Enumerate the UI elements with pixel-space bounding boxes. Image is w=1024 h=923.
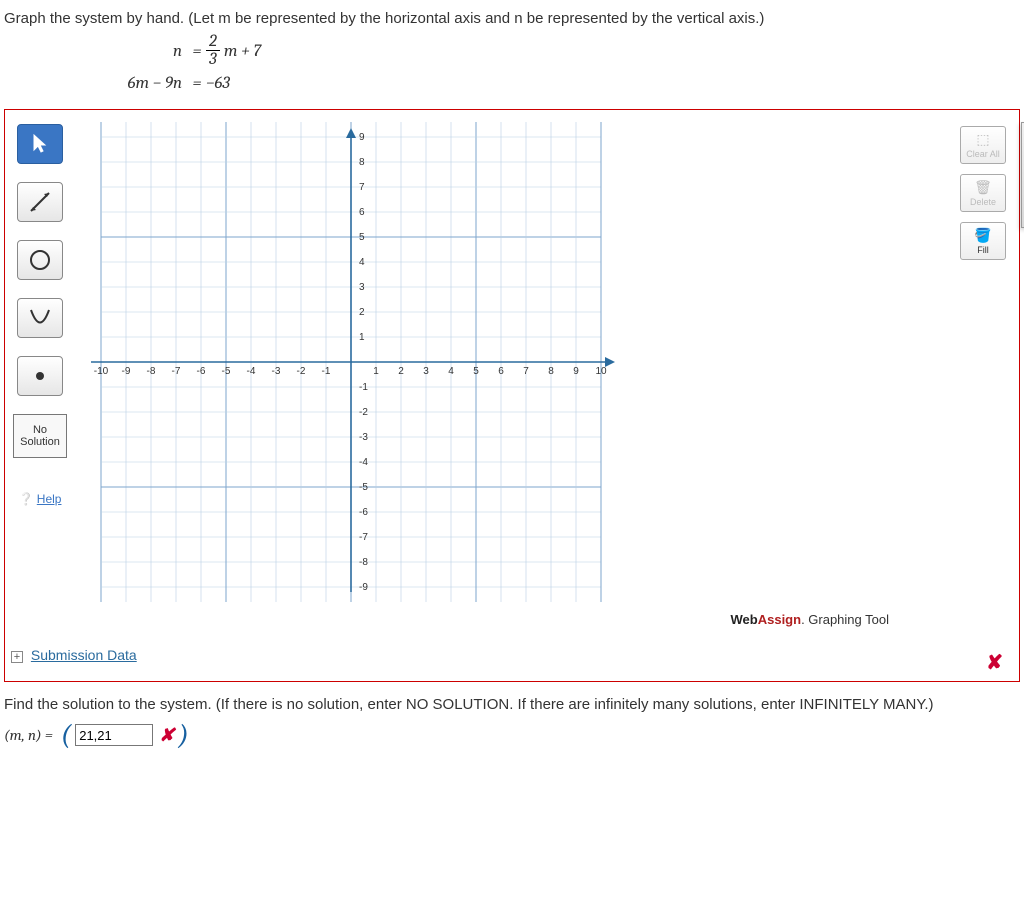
circle-icon <box>27 247 53 273</box>
svg-text:-2: -2 <box>359 407 368 418</box>
eq1-lhs: n <box>100 42 188 61</box>
paren-open: ( <box>57 719 75 751</box>
clear-icon: ⬚ <box>976 131 989 148</box>
answer-input[interactable] <box>75 724 153 746</box>
line-icon <box>27 189 53 215</box>
line-tool[interactable] <box>17 182 63 222</box>
pointer-tool[interactable] <box>17 124 63 164</box>
eq2-lhs: 6m − 9n <box>100 74 188 93</box>
svg-text:7: 7 <box>523 366 529 377</box>
paren-close: ) <box>174 719 192 751</box>
graph-canvas[interactable]: -10-9-8-7-6-5-4-3-2-112345678910-10-9-8-… <box>69 116 955 627</box>
bottom-question: Find the solution to the system. (If the… <box>4 696 1020 713</box>
svg-text:-1: -1 <box>322 366 331 377</box>
parabola-tool[interactable] <box>17 298 63 338</box>
clear-all-button[interactable]: ⬚ Clear All <box>960 126 1006 164</box>
svg-text:-7: -7 <box>172 366 181 377</box>
svg-text:-10: -10 <box>94 366 109 377</box>
svg-text:-2: -2 <box>297 366 306 377</box>
svg-text:-5: -5 <box>222 366 231 377</box>
svg-text:-8: -8 <box>147 366 156 377</box>
equation-block: n = 2 3 m + 7 6m − 9n = −63 <box>100 35 1020 99</box>
no-solution-button[interactable]: No Solution <box>13 414 67 458</box>
svg-text:-3: -3 <box>272 366 281 377</box>
eq2-rhs: −63 <box>206 74 230 93</box>
svg-text:4: 4 <box>359 257 365 268</box>
svg-text:-6: -6 <box>197 366 206 377</box>
point-tool[interactable] <box>17 356 63 396</box>
svg-text:7: 7 <box>359 182 365 193</box>
svg-text:3: 3 <box>423 366 429 377</box>
svg-text:-9: -9 <box>122 366 131 377</box>
eq-sign: = <box>188 74 206 93</box>
svg-text:4: 4 <box>448 366 454 377</box>
svg-text:9: 9 <box>573 366 579 377</box>
pointer-icon <box>32 134 48 154</box>
svg-text:-4: -4 <box>359 457 368 468</box>
svg-text:-5: -5 <box>359 482 368 493</box>
parabola-icon <box>27 305 53 331</box>
coordinate-grid: -10-9-8-7-6-5-4-3-2-112345678910-10-9-8-… <box>81 122 621 602</box>
brand-label: WebAssign. Graphing Tool <box>81 612 889 627</box>
eq1-tail: m + 7 <box>224 42 261 61</box>
svg-text:3: 3 <box>359 282 365 293</box>
svg-text:6: 6 <box>359 207 365 218</box>
expand-icon: + <box>11 651 23 663</box>
svg-text:-1: -1 <box>359 382 368 393</box>
trash-icon: 🗑 <box>974 179 992 196</box>
svg-text:-4: -4 <box>247 366 256 377</box>
svg-text:-8: -8 <box>359 557 368 568</box>
svg-text:2: 2 <box>359 307 365 318</box>
svg-text:2: 2 <box>398 366 404 377</box>
svg-text:5: 5 <box>473 366 479 377</box>
question-text: Graph the system by hand. (Let m be repr… <box>4 10 1020 27</box>
point-icon <box>34 370 46 382</box>
svg-text:-6: -6 <box>359 507 368 518</box>
svg-text:8: 8 <box>548 366 554 377</box>
answer-row: (m, n) = ( ✘ ) <box>4 719 1020 751</box>
svg-text:-3: -3 <box>359 432 368 443</box>
svg-text:1: 1 <box>373 366 379 377</box>
submission-data-link[interactable]: + Submission Data <box>11 647 1011 663</box>
answer-label: (m, n) = <box>4 726 53 744</box>
fill-icon: 🪣 <box>974 227 991 244</box>
svg-text:-7: -7 <box>359 532 368 543</box>
eq1-fraction: 2 3 <box>206 33 220 70</box>
svg-text:5: 5 <box>359 232 365 243</box>
circle-tool[interactable] <box>17 240 63 280</box>
help-link[interactable]: ❔ Help <box>19 492 62 506</box>
incorrect-icon: ✘ <box>159 725 174 746</box>
svg-text:10: 10 <box>595 366 607 377</box>
fill-button[interactable]: 🪣 Fill <box>960 222 1006 260</box>
graphing-tool: No Solution ❔ Help -10 -9 -8 -7 -6 -5 -4 -3 -2 -1… <box>4 109 1020 682</box>
delete-button[interactable]: 🗑 Delete <box>960 174 1006 212</box>
eq-sign: = <box>188 42 206 61</box>
incorrect-icon: ✘ <box>986 650 1003 675</box>
svg-text:1: 1 <box>359 332 365 343</box>
svg-text:-9: -9 <box>359 582 368 593</box>
svg-text:6: 6 <box>498 366 504 377</box>
svg-text:8: 8 <box>359 157 365 168</box>
left-toolbar: No Solution ❔ Help <box>11 116 69 627</box>
right-toolbar: ⬚ Clear All 🗑 Delete 🪣 Fill <box>955 116 1011 627</box>
svg-text:9: 9 <box>359 132 365 143</box>
